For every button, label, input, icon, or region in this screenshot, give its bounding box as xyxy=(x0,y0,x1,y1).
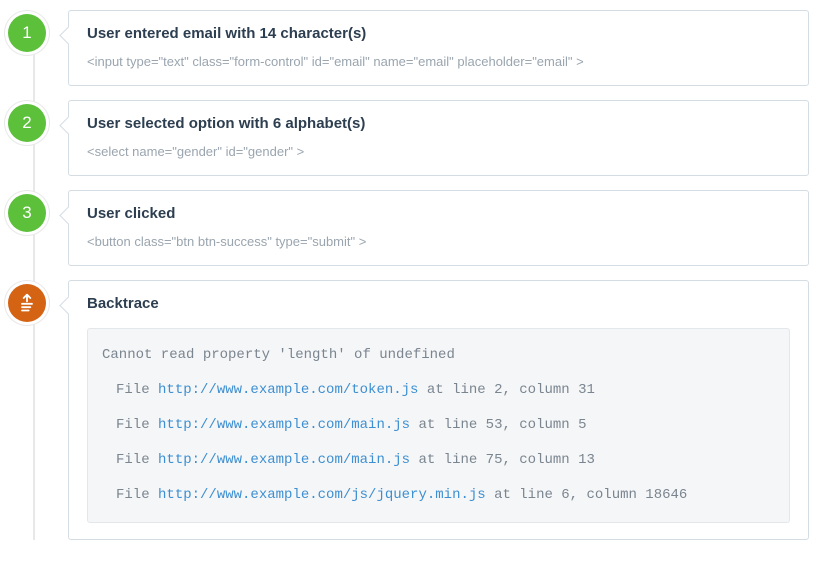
backtrace-link[interactable]: http://www.example.com/main.js xyxy=(158,452,410,468)
step-2: 2 User selected option with 6 alphabet(s… xyxy=(8,100,809,176)
file-label: File xyxy=(116,487,158,503)
step-card-1: User entered email with 14 character(s) … xyxy=(68,10,809,86)
backtrace-location: at line 75, column 13 xyxy=(410,452,595,468)
backtrace-error: Cannot read property 'length' of undefin… xyxy=(102,345,775,366)
backtrace-location: at line 6, column 18646 xyxy=(486,487,688,503)
step-title: User selected option with 6 alphabet(s) xyxy=(87,115,790,132)
backtrace-line: File http://www.example.com/main.js at l… xyxy=(102,450,775,471)
step-badge-3: 3 xyxy=(8,194,46,232)
step-title: User entered email with 14 character(s) xyxy=(87,25,790,42)
backtrace-card: Backtrace Cannot read property 'length' … xyxy=(68,280,809,540)
backtrace-title: Backtrace xyxy=(87,295,790,312)
step-code: <select name="gender" id="gender" > xyxy=(87,144,790,159)
file-label: File xyxy=(116,417,158,433)
step-card-3: User clicked <button class="btn btn-succ… xyxy=(68,190,809,266)
step-card-2: User selected option with 6 alphabet(s) … xyxy=(68,100,809,176)
step-code: <input type="text" class="form-control" … xyxy=(87,54,790,69)
backtrace-box: Cannot read property 'length' of undefin… xyxy=(87,328,790,523)
backtrace-location: at line 2, column 31 xyxy=(418,382,594,398)
step-3: 3 User clicked <button class="btn btn-su… xyxy=(8,190,809,266)
step-badge-2: 2 xyxy=(8,104,46,142)
file-label: File xyxy=(116,452,158,468)
timeline: 1 User entered email with 14 character(s… xyxy=(8,10,809,540)
backtrace-link[interactable]: http://www.example.com/main.js xyxy=(158,417,410,433)
backtrace-line: File http://www.example.com/main.js at l… xyxy=(102,415,775,436)
step-1: 1 User entered email with 14 character(s… xyxy=(8,10,809,86)
file-label: File xyxy=(116,382,158,398)
backtrace-line: File http://www.example.com/js/jquery.mi… xyxy=(102,485,775,506)
step-badge-1: 1 xyxy=(8,14,46,52)
step-title: User clicked xyxy=(87,205,790,222)
backtrace-location: at line 53, column 5 xyxy=(410,417,586,433)
step-backtrace: Backtrace Cannot read property 'length' … xyxy=(8,280,809,540)
backtrace-link[interactable]: http://www.example.com/token.js xyxy=(158,382,418,398)
backtrace-link[interactable]: http://www.example.com/js/jquery.min.js xyxy=(158,487,486,503)
backtrace-icon xyxy=(8,284,46,322)
backtrace-line: File http://www.example.com/token.js at … xyxy=(102,380,775,401)
step-code: <button class="btn btn-success" type="su… xyxy=(87,234,790,249)
